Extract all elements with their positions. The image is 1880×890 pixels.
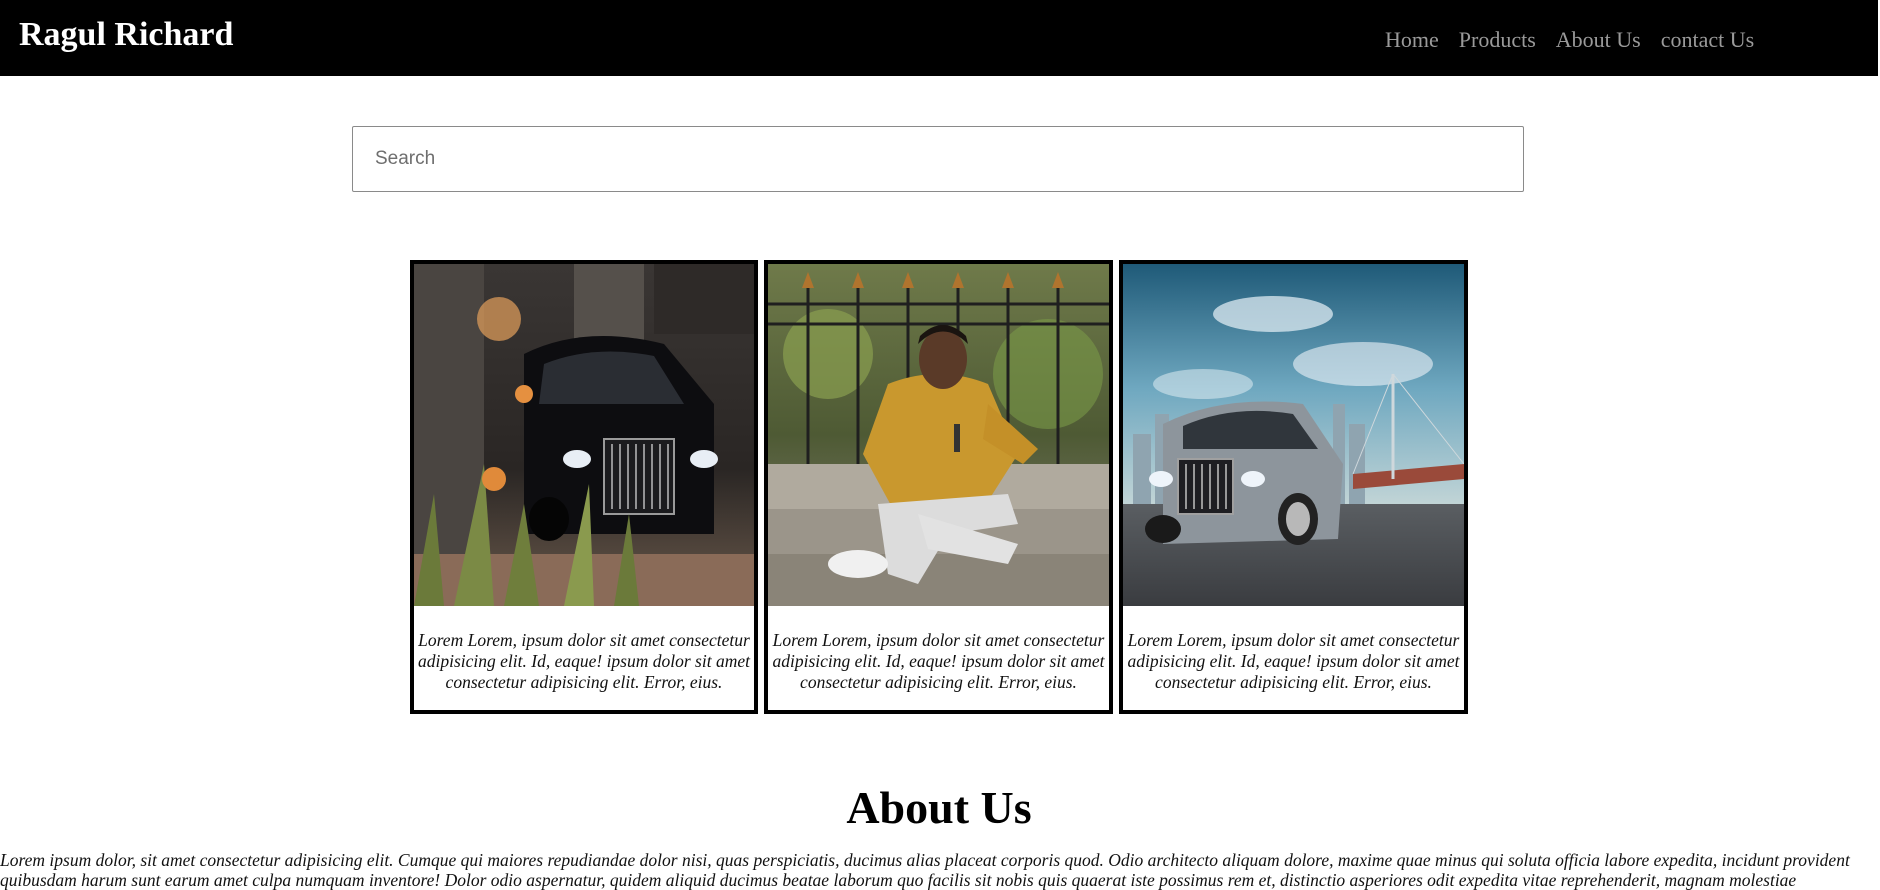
product-card[interactable]: Lorem Lorem, ipsum dolor sit amet consec… xyxy=(764,260,1113,714)
product-card[interactable]: Lorem Lorem, ipsum dolor sit amet consec… xyxy=(1119,260,1468,714)
product-card[interactable]: Lorem Lorem, ipsum dolor sit amet consec… xyxy=(410,260,758,714)
card-caption: Lorem Lorem, ipsum dolor sit amet consec… xyxy=(772,630,1105,692)
nav-link-contact-us[interactable]: contact Us xyxy=(1661,27,1754,53)
card-caption: Lorem Lorem, ipsum dolor sit amet consec… xyxy=(1127,630,1460,692)
card-image-man[interactable] xyxy=(768,264,1109,606)
search-input[interactable] xyxy=(352,126,1524,192)
nav-links: Home Products About Us contact Us xyxy=(1385,27,1754,53)
nav-link-home[interactable]: Home xyxy=(1385,27,1439,53)
search-container xyxy=(352,126,1524,192)
card-caption: Lorem Lorem, ipsum dolor sit amet consec… xyxy=(418,630,750,692)
about-text: Lorem ipsum dolor, sit amet consectetur … xyxy=(0,850,1850,890)
card-image-black-car[interactable] xyxy=(414,264,754,606)
brand-logo[interactable]: Ragul Richard xyxy=(19,16,233,54)
nav-link-products[interactable]: Products xyxy=(1459,27,1536,53)
nav-link-about-us[interactable]: About Us xyxy=(1556,27,1641,53)
card-image-silver-car[interactable] xyxy=(1123,264,1464,606)
about-title: About Us xyxy=(846,782,1032,833)
card-grid: Lorem Lorem, ipsum dolor sit amet consec… xyxy=(410,260,1468,714)
navbar: Ragul Richard Home Products About Us con… xyxy=(0,0,1878,76)
